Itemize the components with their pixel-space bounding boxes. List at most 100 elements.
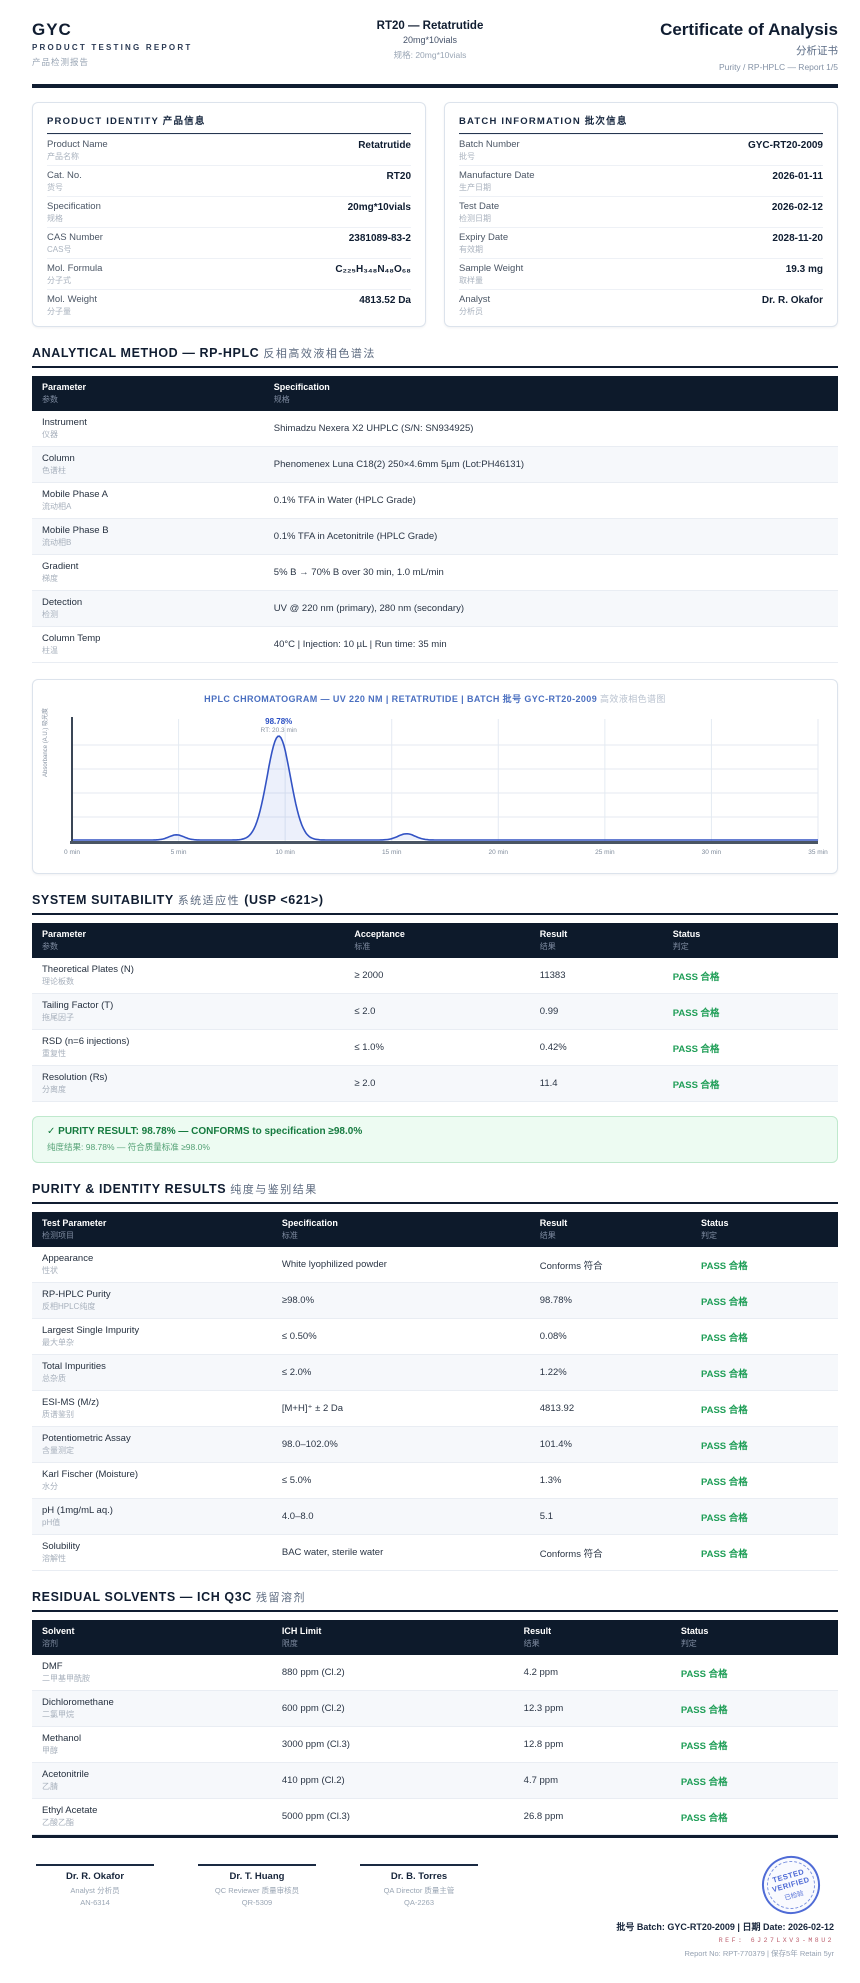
x-axis-tick-label: 15 min	[381, 849, 402, 856]
x-axis-tick-label: 5 min	[170, 849, 187, 856]
identity-label-cn: 规格	[47, 214, 63, 223]
x-axis-tick-label: 25 min	[595, 849, 615, 856]
x-axis-tick-label: 20 min	[488, 849, 509, 856]
column-header: Status 判定	[680, 1626, 709, 1648]
table-row: pH (1mg/mL aq.) pH值 4.0–8.0 5.1 PASS 合格	[32, 1499, 838, 1535]
table-row: Tailing Factor (T) 拖尾因子 ≤ 2.0 0.99 PASS …	[32, 994, 838, 1030]
limit-cell: 410 ppm (Cl.2)	[281, 1775, 345, 1786]
identity-value: RT20	[386, 171, 411, 182]
batch-label: Manufacture Date 生产日期	[459, 170, 535, 193]
acceptance-cell: ≤ 1.0%	[354, 1042, 384, 1053]
identity-label-en: Mol. Weight	[47, 294, 97, 305]
parameter-cell: Solubility 溶解性	[42, 1541, 81, 1563]
batch-row: Batch Number 批号 GYC-RT20-2009	[459, 134, 823, 165]
signer-name: Dr. T. Huang	[229, 1870, 285, 1882]
result-cell: 12.3 ppm	[523, 1703, 564, 1714]
result-cell: 5.1	[539, 1511, 553, 1522]
product-spec-cn: 规格: 20mg*10vials	[393, 50, 467, 60]
signer-role: QA Director 质量主管	[383, 1885, 455, 1895]
identity-value: 4813.52 Da	[359, 295, 411, 306]
table-row: Gradient 梯度 5% B → 70% B over 30 min, 1.…	[32, 555, 838, 591]
batch-information-card: BATCH INFORMATION 批次信息 Batch Number 批号 G…	[444, 102, 838, 327]
purity-results-heading: PURITY & IDENTITY RESULTS 纯度与鉴别结果	[32, 1181, 838, 1204]
result-cell: 101.4%	[539, 1439, 572, 1450]
residual-solvents-table: Solvent 溶剂 ICH Limit 限度 Result 结果 Status…	[32, 1620, 838, 1835]
purity-results-table: Test Parameter 检测项目 Specification 标准 Res…	[32, 1212, 838, 1571]
batch-label-cn: 有效期	[459, 245, 483, 254]
table-row: Dichloromethane 二氯甲烷 600 ppm (Cl.2) 12.3…	[32, 1691, 838, 1727]
column-header: Specification 规格	[273, 382, 330, 404]
analytical-method-heading-cn: 反相高效液相色谱法	[263, 348, 376, 360]
header-divider-bar	[32, 84, 838, 88]
report-type-label: PRODUCT TESTING REPORT	[32, 43, 193, 52]
result-cell: 11.4	[539, 1078, 558, 1089]
status-badge: PASS 合格	[700, 1548, 748, 1560]
table-row: Total Impurities 总杂质 ≤ 2.0% 1.22% PASS 合…	[32, 1355, 838, 1391]
signature-block: Dr. T. Huang QC Reviewer 质量审核员 QR-5309	[198, 1863, 316, 1983]
parameter-cell: Mobile Phase B 流动相B	[42, 525, 109, 547]
parameter-cell: Detection 检测	[42, 597, 83, 619]
identity-cards: PRODUCT IDENTITY 产品信息 Product Name 产品名称 …	[32, 102, 838, 327]
acceptance-cell: ≥ 2.0	[354, 1078, 376, 1089]
result-cell: 1.22%	[539, 1367, 567, 1378]
batch-label-en: Test Date	[459, 201, 500, 212]
purity-result-line-cn: 纯度结果: 98.78% — 符合质量标准 ≥98.0%	[47, 1142, 210, 1152]
product-identity-title: PRODUCT IDENTITY 产品信息	[47, 113, 411, 134]
footer-divider-bar	[32, 1835, 838, 1838]
parameter-cell: Column 色谱柱	[42, 453, 75, 475]
batch-label: Batch Number 批号	[459, 139, 520, 162]
status-badge: PASS 合格	[680, 1776, 728, 1788]
specification-cell: ≥98.0%	[281, 1295, 315, 1306]
parameter-cell: Gradient 梯度	[42, 561, 79, 583]
status-badge: PASS 合格	[700, 1368, 748, 1380]
chromatogram-title-en: HPLC CHROMATOGRAM — UV 220 NM | RETATRUT…	[204, 694, 598, 704]
table-row: Instrument 仪器 Shimadzu Nexera X2 UHPLC (…	[32, 411, 838, 447]
parameter-cell: Instrument 仪器	[42, 417, 87, 439]
batch-label-en: Sample Weight	[459, 263, 524, 274]
peak-retention-time: RT: 20.3 min	[260, 727, 297, 734]
parameter-cell: Karl Fischer (Moisture) 水分	[42, 1469, 139, 1491]
batch-row: Sample Weight 取样量 19.3 mg	[459, 258, 823, 289]
specification-cell: 40°C | Injection: 10 µL | Run time: 35 m…	[273, 639, 447, 650]
column-header: Solvent 溶剂	[42, 1626, 75, 1648]
column-header: Acceptance 标准	[354, 929, 405, 951]
product-identity-card: PRODUCT IDENTITY 产品信息 Product Name 产品名称 …	[32, 102, 426, 327]
table-row: Methanol 甲醇 3000 ppm (Cl.3) 12.8 ppm PAS…	[32, 1727, 838, 1763]
identity-label: CAS Number CAS号	[47, 232, 103, 255]
x-axis-tick-label: 30 min	[701, 849, 722, 856]
limit-cell: 600 ppm (Cl.2)	[281, 1703, 345, 1714]
status-badge: PASS 合格	[672, 1007, 720, 1019]
batch-label-cn: 检测日期	[459, 214, 491, 223]
column-header: Parameter 参数	[42, 382, 87, 404]
specification-cell: Shimadzu Nexera X2 UHPLC (S/N: SN934925)	[273, 423, 474, 434]
analytical-method-heading-en: ANALYTICAL METHOD — RP-HPLC	[32, 346, 260, 360]
table-row: Potentiometric Assay 含量测定 98.0–102.0% 10…	[32, 1427, 838, 1463]
identity-value: 20mg*10vials	[347, 202, 411, 213]
batch-value: 2026-02-12	[771, 202, 823, 213]
status-badge: PASS 合格	[700, 1476, 748, 1488]
column-header: Result 结果	[539, 929, 568, 951]
product-title: RT20 — Retatrutide	[376, 20, 484, 32]
parameter-cell: Potentiometric Assay 含量测定	[42, 1433, 131, 1455]
batch-label: Analyst 分析员	[459, 294, 490, 317]
parameter-cell: ESI-MS (M/z) 质谱鉴别	[42, 1397, 99, 1419]
solvent-cell: Ethyl Acetate 乙酸乙酯	[42, 1805, 98, 1827]
batch-row: Analyst 分析员 Dr. R. Okafor	[459, 289, 823, 320]
specification-cell: 4.0–8.0	[281, 1511, 314, 1522]
residual-solvents-heading: RESIDUAL SOLVENTS — ICH Q3C 残留溶剂	[32, 1589, 838, 1612]
table-header-row: Parameter 参数 Acceptance 标准 Result 结果 Sta…	[32, 923, 838, 958]
identity-value: 2381089-83-2	[348, 233, 411, 244]
table-row: Appearance 性状 White lyophilized powder C…	[32, 1247, 838, 1283]
specification-cell: ≤ 5.0%	[281, 1475, 312, 1486]
identity-value: Retatrutide	[358, 140, 411, 151]
identity-label-cn: 产品名称	[47, 152, 79, 161]
identity-row: Specification 规格 20mg*10vials	[47, 196, 411, 227]
product-spec: 20mg*10vials	[402, 35, 458, 45]
status-badge: PASS 合格	[700, 1512, 748, 1524]
status-badge: PASS 合格	[700, 1440, 748, 1452]
column-header: Result 结果	[539, 1218, 568, 1240]
result-cell: 0.99	[539, 1006, 559, 1017]
system-suitability-heading: SYSTEM SUITABILITY 系统适应性 (USP <621>)	[32, 892, 838, 915]
parameter-cell: Column Temp 柱温	[42, 633, 101, 655]
column-header: Parameter 参数	[42, 929, 87, 951]
